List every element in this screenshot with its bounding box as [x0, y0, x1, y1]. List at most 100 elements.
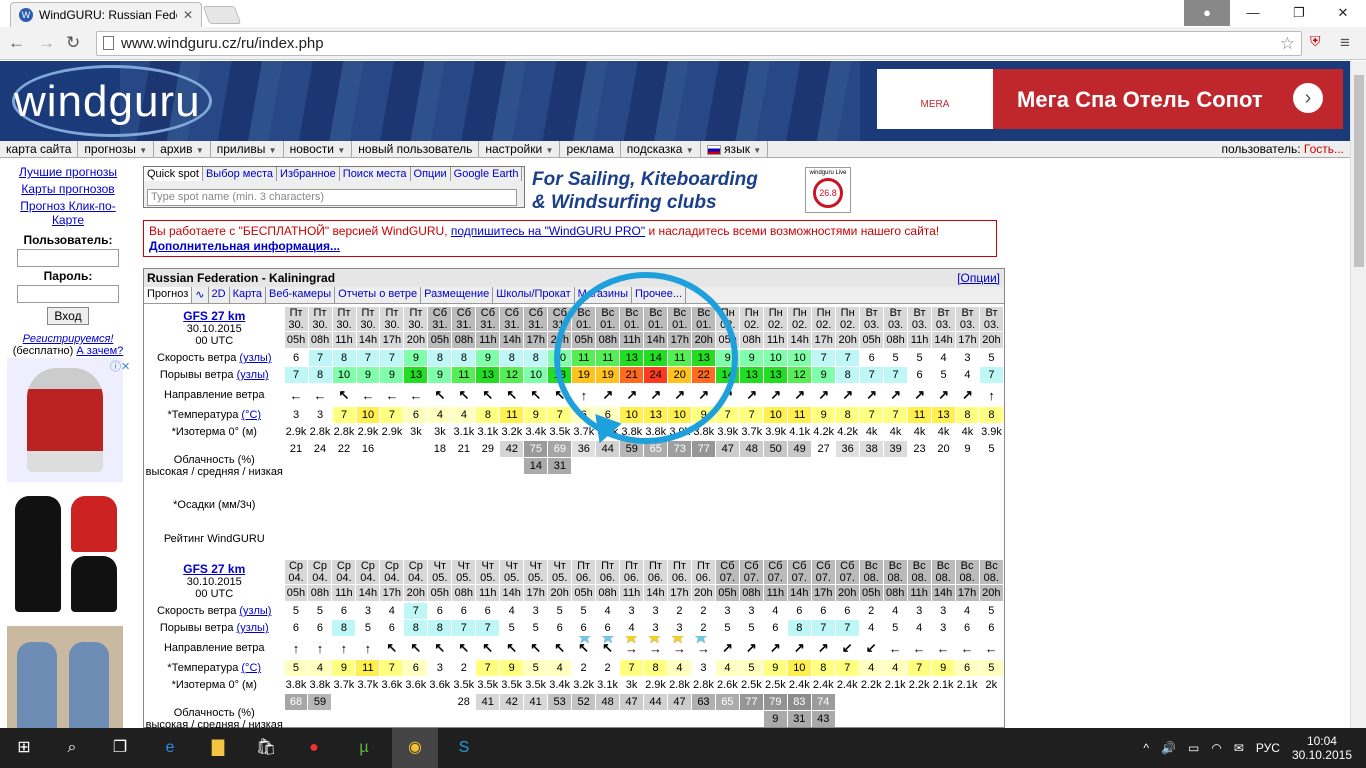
login-button[interactable]: Вход	[47, 307, 89, 325]
new-tab-button[interactable]	[202, 6, 242, 24]
pro-subscribe-link[interactable]: подпишитесь на "WindGURU PRO"	[451, 224, 645, 238]
rating-row: Рейтинг WindGURU	[145, 519, 1003, 559]
subtab-schools[interactable]: Школы/Прокат	[493, 287, 575, 303]
browser-tab[interactable]: W WindGURU: Russian Feder ✕	[10, 2, 202, 27]
units-link[interactable]: (узлы)	[237, 622, 269, 634]
units-link[interactable]: (узлы)	[239, 352, 271, 364]
reload-icon[interactable]: ↻	[66, 33, 80, 53]
ad-product-jacket[interactable]	[7, 358, 123, 482]
input-language[interactable]: РУС	[1256, 741, 1280, 755]
header-ad-banner[interactable]: MERA Мега Спа Отель Сопот ›	[877, 69, 1343, 129]
subtab-map[interactable]: Карта	[230, 287, 266, 303]
hour-cell: 11h	[332, 332, 356, 348]
menu-item-sitemap[interactable]: карта сайта	[0, 141, 79, 157]
chrome-taskbar-icon[interactable]: ◉	[392, 728, 438, 768]
spot-options-link[interactable]: [Опции]	[957, 271, 1000, 285]
file-explorer-icon[interactable]: ▇	[206, 736, 230, 760]
spot-search-input[interactable]: Type spot name (min. 3 characters)	[147, 189, 517, 206]
subtab-2d[interactable]: 2D	[209, 287, 230, 303]
menu-icon[interactable]: ≡	[1340, 33, 1350, 53]
subtab-forecast[interactable]: Прогноз	[144, 287, 193, 303]
skype-icon[interactable]: S	[452, 736, 476, 760]
back-icon[interactable]: ←	[8, 33, 25, 53]
subtab-wind-reports[interactable]: Отчеты о ветре	[335, 287, 422, 303]
tab-choose-spot[interactable]: Выбор места	[203, 167, 278, 181]
ad-arrow-icon[interactable]: ›	[1293, 83, 1323, 113]
temperature-cell: 2	[572, 660, 596, 676]
best-forecasts-link[interactable]: Лучшие прогнозы	[0, 165, 136, 179]
units-link[interactable]: (узлы)	[239, 605, 271, 617]
menu-item-new-user[interactable]: новый пользователь	[352, 141, 480, 157]
extension-icon[interactable]: ⛨	[1310, 33, 1321, 50]
wind-speed-cell: 6	[835, 603, 859, 619]
ad-product-dresses[interactable]	[7, 492, 123, 616]
utorrent-icon[interactable]: µ	[352, 736, 376, 760]
model-link[interactable]: GFS 27 km	[145, 562, 284, 576]
user-profile-icon[interactable]: ●	[1184, 0, 1230, 26]
model-link[interactable]: GFS 27 km	[145, 309, 284, 323]
menu-item-news[interactable]: новости ▼	[284, 141, 353, 157]
click-map-link[interactable]: Прогноз Клик-по-Карте	[0, 199, 136, 227]
tab-google-earth[interactable]: Google Earth	[451, 167, 523, 181]
units-link[interactable]: (°C)	[241, 662, 261, 674]
wind-speed-cell: 7	[356, 350, 380, 366]
windguru-logo[interactable]: windguru	[14, 77, 201, 127]
menu-item-settings[interactable]: настройки ▼	[479, 141, 561, 157]
day-cell: Вс 08.	[979, 560, 1003, 584]
rating-label: Рейтинг WindGURU	[163, 533, 265, 545]
tab-favorites[interactable]: Избранное	[277, 167, 340, 181]
hour-cell: 05h	[284, 332, 308, 348]
tray-expand-icon[interactable]: ^	[1143, 741, 1149, 755]
menu-item-tides[interactable]: приливы ▼	[211, 141, 284, 157]
units-link[interactable]: (узлы)	[237, 369, 269, 381]
close-tab-icon[interactable]: ✕	[183, 8, 193, 22]
menu-item-language[interactable]: язык ▼	[701, 141, 769, 157]
isotherm-cell: 3.5k	[525, 679, 547, 691]
username-input[interactable]	[17, 249, 119, 267]
why-link[interactable]: А зачем?	[76, 345, 123, 357]
menu-item-archive[interactable]: архив ▼	[154, 141, 211, 157]
clock[interactable]: 10:04 30.10.2015	[1292, 734, 1352, 762]
windguru-live-widget[interactable]: windguru Live 26.8	[805, 167, 851, 213]
hour-cell: 20h	[548, 585, 572, 601]
subtab-webcams[interactable]: Веб-камеры	[266, 287, 336, 303]
rain-cell	[500, 492, 523, 518]
menu-item-ads[interactable]: реклама	[560, 141, 621, 157]
wifi-icon[interactable]: ◠	[1211, 741, 1221, 755]
battery-icon[interactable]: ▭	[1188, 741, 1199, 755]
search-icon[interactable]: ⌕	[60, 736, 84, 760]
units-link[interactable]: (°C)	[241, 409, 261, 421]
close-window-button[interactable]: ✕	[1320, 0, 1366, 26]
volume-icon[interactable]: 🔊	[1161, 741, 1176, 755]
menu-item-help[interactable]: подсказка ▼	[621, 141, 701, 157]
adchoices-icon[interactable]: ⓘ✕	[110, 358, 130, 374]
forecast-maps-link[interactable]: Карты прогнозов	[0, 182, 136, 196]
edge-icon[interactable]: e	[158, 736, 182, 760]
tab-search-spot[interactable]: Поиск места	[340, 167, 411, 181]
wind-speed-cell: 5	[884, 350, 908, 366]
guest-link[interactable]: Гость...	[1304, 142, 1344, 156]
page-scrollbar[interactable]	[1350, 61, 1366, 729]
register-link[interactable]: Регистрируемся!	[0, 333, 136, 345]
subtab-accommodation[interactable]: Размещение	[421, 287, 494, 303]
wind-speed-cell: 4	[596, 603, 620, 619]
url-input[interactable]: www.windguru.cz/ru/index.php ☆	[96, 31, 1302, 56]
tab-options[interactable]: Опции	[411, 167, 451, 181]
password-input[interactable]	[17, 285, 119, 303]
restore-button[interactable]: ❐	[1276, 0, 1322, 26]
promo-clubs[interactable]: For Sailing, Kiteboarding & Windsurfing c…	[532, 168, 758, 214]
menu-item-forecasts[interactable]: прогнозы ▼	[78, 141, 155, 157]
windows-start-icon[interactable]: ⊞	[12, 736, 36, 760]
subtab-graph[interactable]: ∿	[192, 287, 209, 303]
more-info-link[interactable]: Дополнительная информация...	[149, 239, 340, 253]
task-view-icon[interactable]: ❐	[108, 736, 132, 760]
minimize-button[interactable]: —	[1230, 0, 1276, 26]
tab-quick-spot[interactable]: Quick spot	[144, 167, 203, 181]
forward-icon[interactable]: →	[38, 33, 55, 53]
paint-app-icon[interactable]: ●	[302, 736, 326, 760]
store-icon[interactable]: 🛍	[254, 736, 278, 760]
bookmark-star-icon[interactable]: ☆	[1280, 32, 1295, 55]
scrollbar-thumb[interactable]	[1354, 75, 1364, 267]
notification-icon[interactable]: ✉	[1234, 741, 1244, 755]
sidebar-ad-column[interactable]	[7, 358, 127, 750]
